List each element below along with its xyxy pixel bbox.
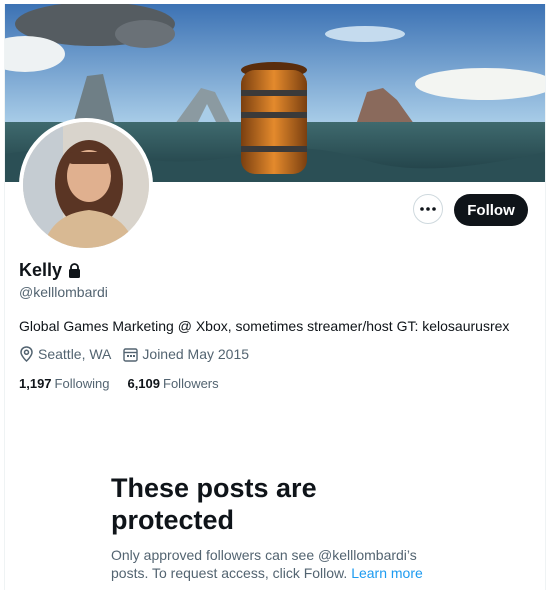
barrel-graphic (241, 62, 307, 174)
profile-bio: Global Games Marketing @ Xbox, sometimes… (19, 318, 510, 334)
followers-label: Followers (163, 376, 219, 391)
following-count: 1,197 (19, 376, 52, 391)
profile-name-row: Kelly (19, 260, 81, 281)
avatar[interactable] (19, 118, 153, 252)
avatar-image (23, 122, 149, 248)
following-link[interactable]: 1,197 Following (19, 376, 109, 391)
followers-link[interactable]: 6,109 Followers (127, 376, 218, 391)
more-options-button[interactable] (413, 194, 443, 224)
profile-meta: Seattle, WA Joined May 2015 (19, 346, 261, 362)
profile-stats: 1,197 Following 6,109 Followers (19, 376, 237, 391)
location-text: Seattle, WA (38, 346, 112, 362)
more-horizontal-icon (420, 207, 436, 211)
followers-count: 6,109 (127, 376, 161, 391)
joined-text: Joined May 2015 (142, 346, 250, 362)
location-pin-icon (20, 346, 33, 362)
protected-title-line2: protected (111, 505, 235, 535)
profile-name: Kelly (19, 260, 63, 280)
learn-more-link[interactable]: Learn more (351, 565, 423, 581)
protected-notice: These posts are protected Only approved f… (111, 472, 431, 582)
protected-body: Only approved followers can see @kelllom… (111, 546, 431, 582)
location-item: Seattle, WA (19, 346, 111, 362)
lock-icon (69, 263, 81, 278)
profile-page: Follow Kelly @kelllombardi Global Games … (4, 4, 546, 590)
protected-title-line1: These posts are (111, 473, 317, 503)
following-label: Following (54, 376, 110, 391)
protected-title: These posts are protected (111, 472, 431, 536)
profile-handle: @kelllombardi (19, 284, 108, 300)
calendar-icon (123, 347, 139, 362)
follow-button[interactable]: Follow (454, 194, 528, 226)
joined-item: Joined May 2015 (123, 346, 249, 362)
